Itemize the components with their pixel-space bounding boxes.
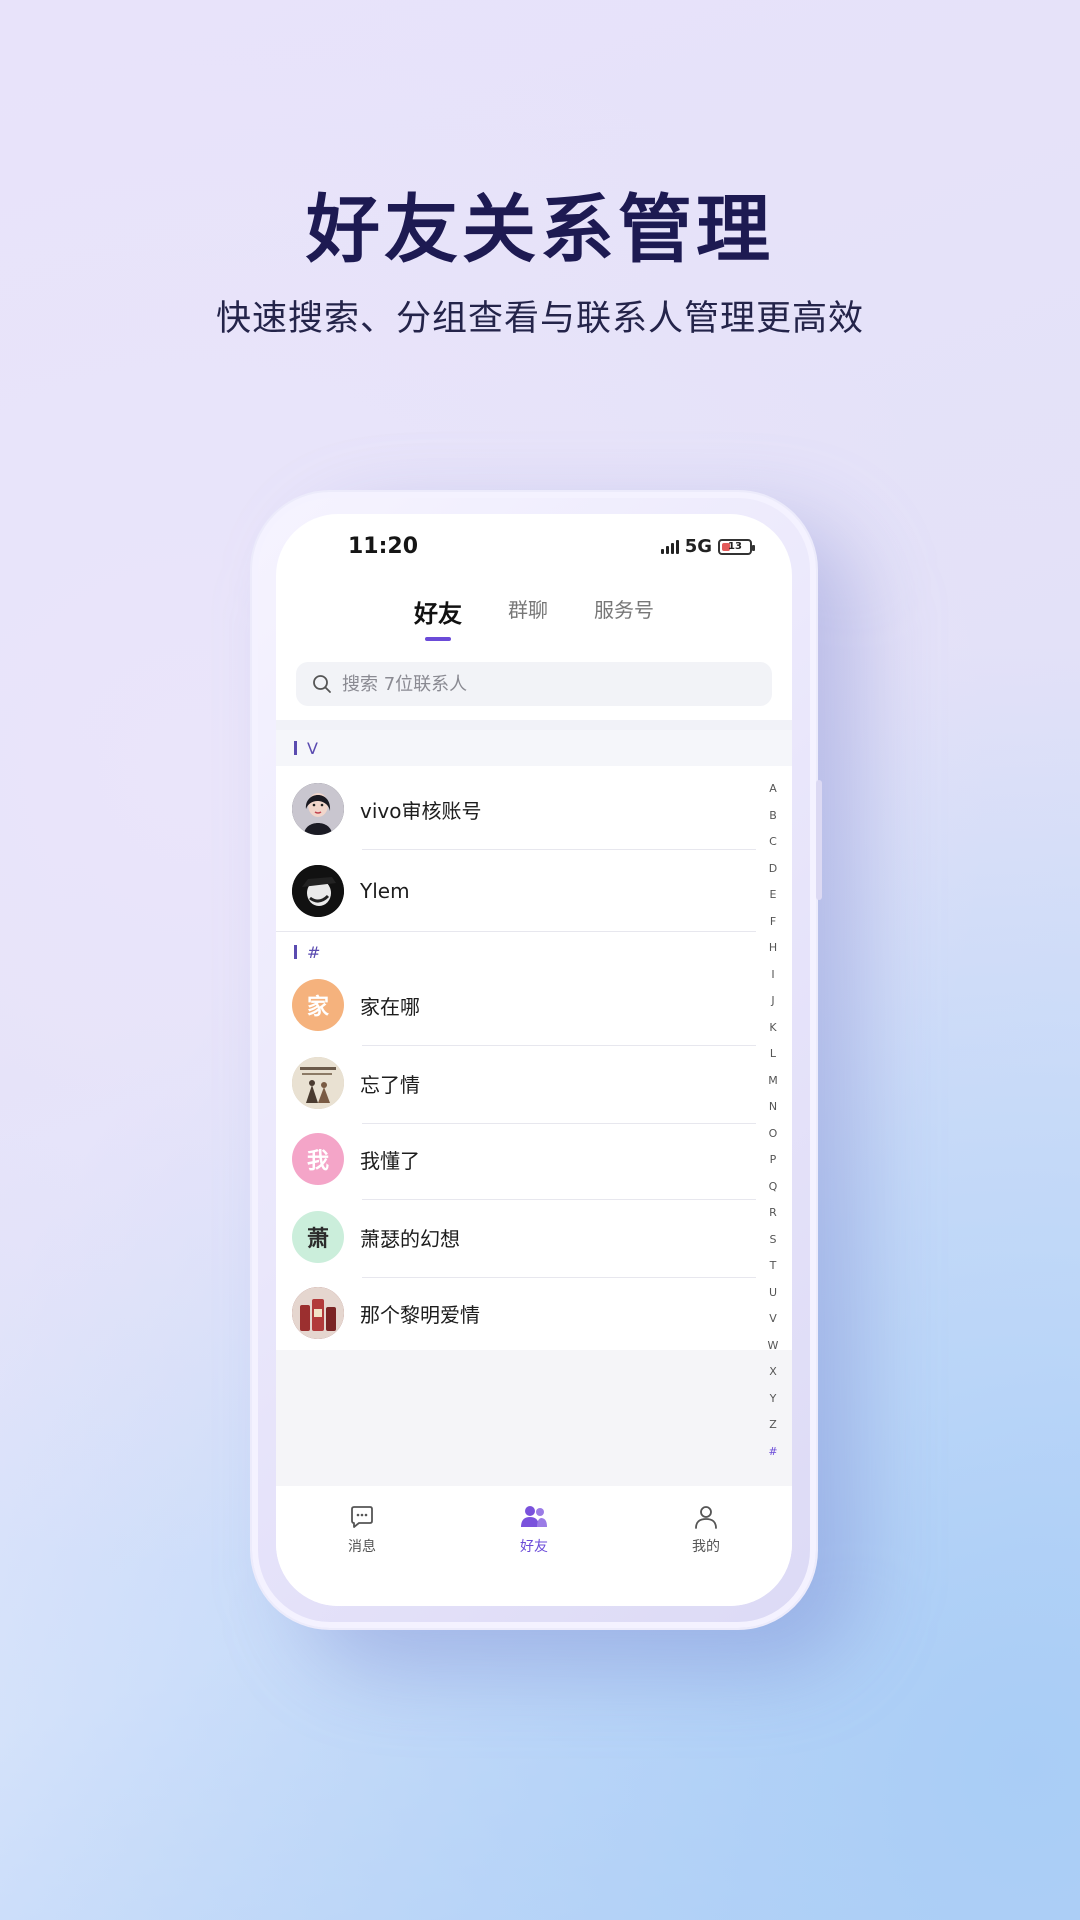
contact-row[interactable]: 那个黎明爱情 [276,1272,756,1354]
avatar: 我 [292,1133,344,1185]
tab-groups[interactable]: 群聊 [508,594,548,641]
index-letter[interactable]: H [766,935,780,962]
signal-icon [660,539,679,554]
tab-label: 好友 [414,600,462,628]
friends-icon [521,1506,547,1527]
contact-row[interactable]: 我 我懂了 [276,1118,756,1200]
avatar-initial: 萧 [306,1227,329,1252]
index-letter[interactable]: K [766,1015,780,1042]
section-letter: # [307,942,321,962]
contact-row[interactable]: 家 家在哪 [276,964,756,1046]
promo-subline: 快速搜索、分组查看与联系人管理更高效 [215,299,864,339]
index-letter[interactable]: T [766,1253,780,1280]
nav-label: 消息 [348,1539,376,1555]
search-icon [313,675,331,693]
index-letter[interactable]: M [766,1068,780,1095]
index-letter[interactable]: P [766,1147,780,1174]
index-letter[interactable]: X [766,1359,780,1386]
avatar [292,865,344,917]
contact-row[interactable]: vivo审核账号 [276,768,756,850]
promo-headline: 好友关系管理 [306,187,774,273]
index-letter[interactable]: O [766,1121,780,1148]
list-empty-area [276,1350,792,1486]
nav-messages[interactable]: 消息 [302,1504,422,1606]
index-letter[interactable]: # [766,1439,780,1466]
tab-friends[interactable]: 好友 [414,594,462,641]
bottom-nav: 消息 好友 我的 [276,1486,792,1606]
index-letter[interactable]: F [766,909,780,936]
nav-label: 我的 [692,1539,720,1555]
network-label: 5G [684,536,712,557]
avatar: 家 [292,979,344,1031]
index-letter[interactable]: E [766,882,780,909]
index-letter[interactable]: Y [766,1386,780,1413]
contact-name: vivo审核账号 [360,798,482,823]
battery-icon: 13 [718,538,755,555]
contact-name: 家在哪 [360,994,420,1019]
tab-label: 群聊 [508,598,548,622]
index-letter[interactable]: V [766,1306,780,1333]
contact-row[interactable]: Ylem [276,850,756,932]
index-letter[interactable]: L [766,1041,780,1068]
index-letter[interactable]: A [766,776,780,803]
avatar [292,1057,344,1109]
index-letter[interactable]: S [766,1227,780,1254]
index-letter[interactable]: J [766,988,780,1015]
status-time: 11:20 [348,534,419,559]
tab-label: 服务号 [594,598,654,622]
phone-screen: 11:20 5G 13 好友 群聊 服务号 V [276,514,792,1606]
avatar [292,1287,344,1339]
contact-name: 那个黎明爱情 [360,1302,480,1327]
battery-level: 13 [728,541,742,552]
person-icon [695,1506,717,1529]
index-letter[interactable]: Z [766,1412,780,1439]
tab-service-accounts[interactable]: 服务号 [594,594,654,641]
contact-name: 萧瑟的幻想 [360,1226,460,1251]
index-letter[interactable]: U [766,1280,780,1307]
index-letter[interactable]: Q [766,1174,780,1201]
contact-name: Ylem [360,879,410,903]
contact-name: 忘了情 [360,1072,420,1097]
index-letter[interactable]: I [766,962,780,989]
search-bar[interactable] [296,662,772,706]
nav-friends[interactable]: 好友 [474,1504,594,1606]
index-letter[interactable]: B [766,803,780,830]
avatar-initial: 我 [306,1149,329,1174]
status-icons: 5G 13 [660,536,755,557]
search-input[interactable] [342,673,742,695]
contact-row[interactable]: 忘了情 [276,1042,756,1124]
index-letter[interactable]: W [766,1333,780,1360]
section-header-v: V [276,730,792,766]
phone-side-button [816,780,822,900]
avatar [292,783,344,835]
section-letter: V [307,738,318,758]
alphabet-index[interactable]: A B C D E F H I J K L M N O P Q R S T U V W X Y Z # [766,776,780,1465]
index-letter[interactable]: R [766,1200,780,1227]
index-letter[interactable]: D [766,856,780,883]
active-tab-indicator [425,637,451,641]
search-divider [276,720,792,730]
contact-tabs: 好友 群聊 服务号 [276,594,792,641]
nav-profile[interactable]: 我的 [646,1504,766,1606]
contact-row[interactable]: 萧 萧瑟的幻想 [276,1196,756,1278]
avatar-initial: 家 [306,995,329,1020]
chat-bubble-icon [351,1506,373,1528]
index-letter[interactable]: N [766,1094,780,1121]
index-letter[interactable]: C [766,829,780,856]
nav-label: 好友 [520,1539,548,1555]
contact-name: 我懂了 [360,1148,420,1173]
avatar: 萧 [292,1211,344,1263]
